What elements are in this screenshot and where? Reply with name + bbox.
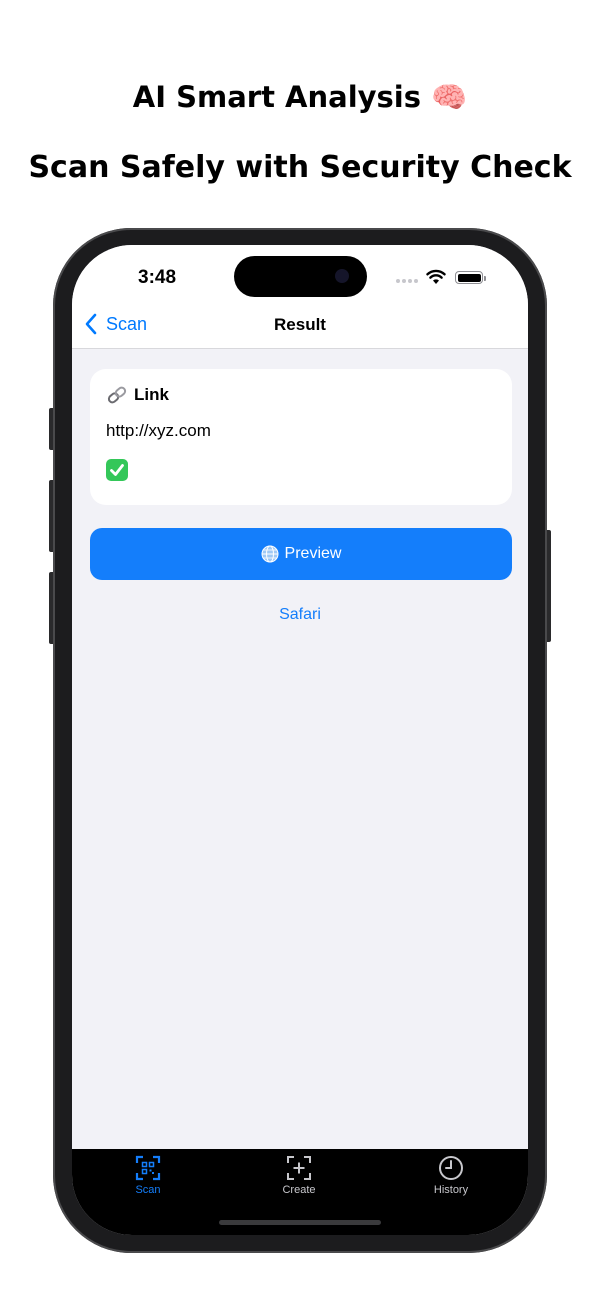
create-plus-icon <box>287 1156 311 1180</box>
preview-button[interactable]: Preview <box>90 528 512 580</box>
safe-check-icon <box>106 459 128 481</box>
tab-create-label: Create <box>282 1184 316 1196</box>
globe-icon <box>261 545 279 563</box>
dynamic-island <box>234 256 367 297</box>
qr-scan-icon <box>135 1155 161 1181</box>
status-time: 3:48 <box>138 267 177 288</box>
result-type-label: Link <box>134 385 169 404</box>
preview-button-label: Preview <box>284 545 342 562</box>
camera-icon <box>335 269 349 283</box>
battery-icon <box>455 271 486 284</box>
clock-icon <box>439 1156 463 1180</box>
page-title: Result <box>274 315 326 334</box>
tab-history-label: History <box>433 1184 469 1196</box>
tab-create[interactable]: Create <box>249 1155 349 1196</box>
app-store-screenshot: AI Smart Analysis 🧠 Scan Safely with Sec… <box>0 0 600 1299</box>
tab-history[interactable]: History <box>401 1155 501 1196</box>
tab-scan-label: Scan <box>135 1184 161 1196</box>
wifi-icon <box>426 269 446 284</box>
result-card: Link http://xyz.com <box>90 369 512 505</box>
open-in-safari-link[interactable]: Safari <box>72 606 528 624</box>
scanned-url[interactable]: http://xyz.com <box>106 421 211 441</box>
headline-title: AI Smart Analysis 🧠 <box>132 80 468 114</box>
home-indicator <box>219 1220 381 1225</box>
top-bar: 3:48 Scan Result <box>72 245 528 349</box>
cellular-signal-icon <box>396 279 418 283</box>
headline-subtitle: Scan Safely with Security Check <box>28 150 572 185</box>
phone-screen: 3:48 Scan Result Link http://xyz.com Pre… <box>72 245 528 1235</box>
link-icon <box>107 386 127 404</box>
tab-scan[interactable]: Scan <box>98 1155 198 1196</box>
result-card-header: Link <box>106 385 169 405</box>
